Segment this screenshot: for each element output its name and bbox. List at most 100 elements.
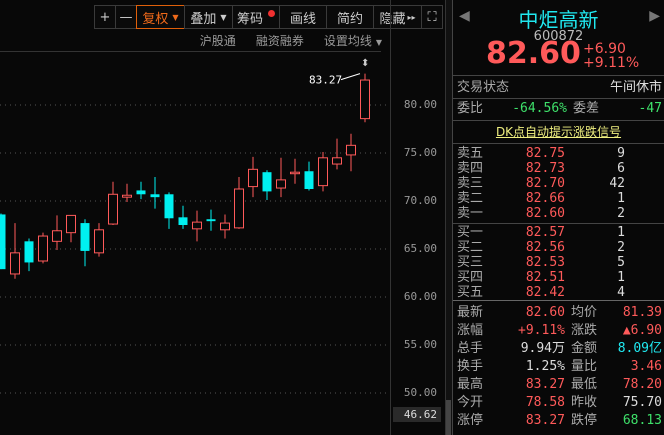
level-price: 82.42 (525, 285, 565, 300)
level-price: 82.75 (525, 146, 565, 161)
candle-body-up (66, 214, 76, 234)
candle-body-up (108, 193, 118, 225)
order-book-row[interactable]: 买二 82.56 2 (457, 240, 662, 255)
stat-label: 跌停 (571, 413, 598, 428)
level-label: 买三 (457, 255, 484, 270)
chips-button[interactable]: 筹码 (232, 5, 280, 29)
stat-label: 换手 (457, 359, 484, 374)
level-price: 82.70 (525, 176, 565, 191)
order-book-row[interactable]: 卖一 82.60 2 (457, 206, 662, 221)
ma-settings-dropdown[interactable]: 设置均线 ▼ (324, 32, 382, 49)
candle-body-up (52, 230, 62, 242)
stat-label: 涨停 (457, 413, 484, 428)
level-volume: 5 (617, 255, 625, 270)
candle-body-up (318, 157, 328, 187)
hgt-link[interactable]: 沪股通 (200, 32, 236, 49)
simple-button[interactable]: 简约 (326, 5, 374, 29)
margin-link[interactable]: 融资融券 (256, 32, 304, 49)
fuquan-label: 复权 (142, 11, 169, 27)
order-book-row[interactable]: 卖三 82.70 42 (457, 176, 662, 191)
candle-body-up (234, 188, 244, 229)
level-price: 82.56 (525, 240, 565, 255)
chart-subbar: 沪股通 融资融券 设置均线 ▼ (200, 32, 382, 49)
price-axis: 80.00 75.00 70.00 65.00 60.00 55.00 50.00 (390, 0, 445, 435)
stat-label: 总手 (457, 341, 484, 356)
level-label: 卖二 (457, 191, 484, 206)
candlestick-chart[interactable]: 83.27 ⬍ (0, 0, 390, 435)
scrollbar[interactable] (445, 0, 452, 435)
last-price: 82.60 (486, 36, 581, 71)
quote-panel: ◀ ▶ 中炬高新 600872 82.60 +6.90 +9.11% 交易状态午… (452, 0, 664, 435)
notification-dot-icon (268, 9, 275, 17)
stat-value: ▲6.90 (622, 323, 662, 338)
level-label: 卖五 (457, 146, 484, 161)
stats-row: 涨停 83.27 跌停 68.13 (457, 413, 662, 429)
level-volume: 2 (617, 240, 625, 255)
level-price: 82.57 (525, 225, 565, 240)
stats-row: 涨幅 +9.11% 涨跌 ▲6.90 (457, 323, 662, 339)
scrollbar-thumb[interactable] (446, 400, 451, 435)
overlay-label: 叠加 (190, 11, 217, 27)
caret-down-icon: ▼ (220, 12, 227, 22)
weicha-value: -47 (638, 101, 662, 116)
stat-value: 1.25% (525, 359, 565, 374)
candle-body-up (94, 229, 104, 254)
divider (453, 223, 664, 224)
chips-label: 筹码 (236, 11, 263, 27)
stat-value: 75.70 (622, 395, 662, 410)
level-price: 82.51 (525, 270, 565, 285)
level-volume: 4 (617, 285, 625, 300)
axis-tick-label: 70.00 (403, 194, 437, 207)
level-price: 82.66 (525, 191, 565, 206)
candle-body-down (136, 190, 146, 195)
level-volume: 2 (617, 206, 625, 221)
stat-label: 昨收 (571, 395, 598, 410)
stat-value: 81.39 (622, 305, 662, 320)
fuquan-dropdown[interactable]: 复权 ▼ (136, 5, 185, 29)
price-change-pct: +9.11% (583, 55, 640, 71)
stat-label: 量比 (571, 359, 598, 374)
overlay-dropdown[interactable]: 叠加 ▼ (184, 5, 233, 29)
level-label: 买二 (457, 240, 484, 255)
axis-tick-label: 60.00 (403, 290, 437, 303)
status-label: 交易状态 (457, 80, 510, 95)
order-book-row[interactable]: 卖四 82.73 6 (457, 161, 662, 176)
order-book-row[interactable]: 买一 82.57 1 (457, 225, 662, 240)
level-label: 买一 (457, 225, 484, 240)
candle-body-down (24, 241, 34, 263)
stat-label: 涨幅 (457, 323, 484, 338)
stats-row: 最新 82.60 均价 81.39 (457, 305, 662, 321)
level-label: 买五 (457, 285, 484, 300)
stat-label: 最低 (571, 377, 598, 392)
zoom-in-button[interactable]: + (94, 5, 116, 29)
stat-value: 9.94万 (520, 341, 565, 356)
level-label: 卖一 (457, 206, 484, 221)
high-marker-arrow (340, 73, 361, 81)
level-price: 82.53 (525, 255, 565, 270)
high-price-label: 83.27 (309, 74, 342, 87)
candle-body-down (262, 172, 272, 192)
candle-body-up (192, 221, 202, 230)
candle-body-up (220, 222, 230, 231)
dk-signal-link[interactable]: DK点自动提示涨跌信号 (453, 123, 664, 140)
order-book-row[interactable]: 买三 82.53 5 (457, 255, 662, 270)
ma-label: 设置均线 (323, 34, 372, 48)
divider (0, 51, 381, 52)
order-book-row[interactable]: 买四 82.51 1 (457, 270, 662, 285)
caret-down-icon: ▼ (172, 12, 179, 22)
order-book-row[interactable]: 卖二 82.66 1 (457, 191, 662, 206)
stat-value: 83.27 (525, 413, 565, 428)
level-label: 买四 (457, 270, 484, 285)
divider (453, 300, 664, 301)
level-label: 卖四 (457, 161, 484, 176)
zoom-out-button[interactable]: — (115, 5, 137, 29)
order-book-row[interactable]: 买五 82.42 4 (457, 285, 662, 300)
draw-line-button[interactable]: 画线 (279, 5, 327, 29)
stat-value: 8.09亿 (617, 341, 662, 356)
candle-body-up (38, 235, 48, 262)
stats-row: 换手 1.25% 量比 3.46 (457, 359, 662, 375)
level-volume: 6 (617, 161, 625, 176)
axis-tick-label: 75.00 (403, 146, 437, 159)
stats-row: 总手 9.94万 金额 8.09亿 (457, 341, 662, 357)
order-book-row[interactable]: 卖五 82.75 9 (457, 146, 662, 161)
